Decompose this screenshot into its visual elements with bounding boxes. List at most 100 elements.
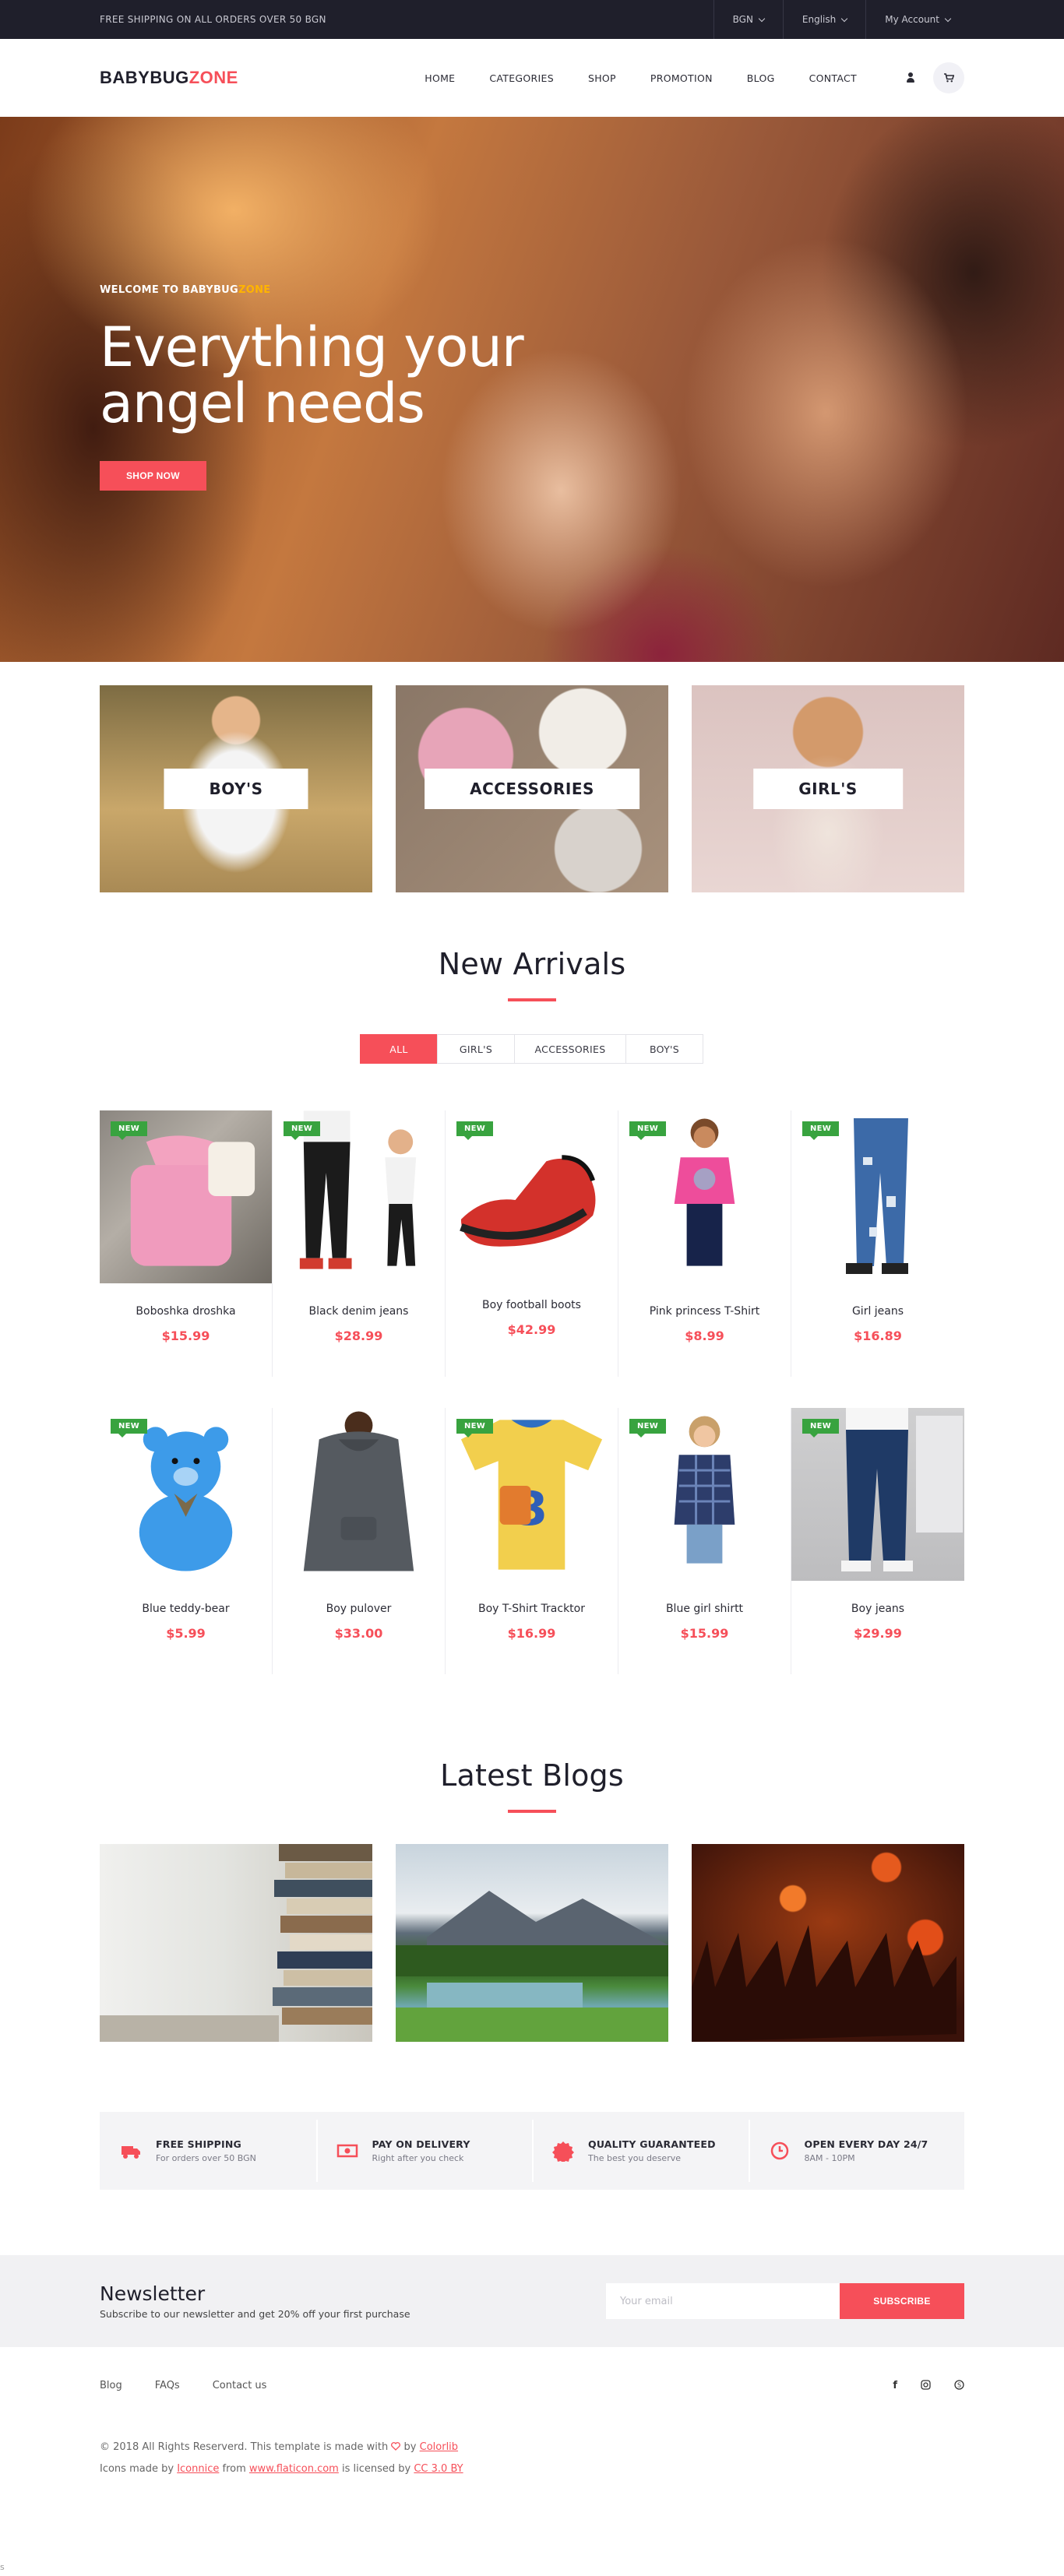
newsletter-form: SUBSCRIBE (606, 2283, 964, 2319)
colorlib-link[interactable]: Colorlib (420, 2441, 458, 2453)
nav-home[interactable]: HOME (425, 72, 455, 84)
hero-headline-line1: Everything your (100, 315, 524, 379)
facebook-icon[interactable]: f (893, 2380, 897, 2391)
badge-icon (552, 2141, 574, 2162)
currency-select[interactable]: BGN (713, 0, 783, 39)
new-badge: NEW (629, 1121, 667, 1140)
footer-link-faqs[interactable]: FAQs (155, 2380, 180, 2391)
tab-all[interactable]: ALL (360, 1034, 438, 1064)
product-name[interactable]: Boy jeans (791, 1603, 964, 1615)
instagram-icon[interactable] (921, 2380, 931, 2390)
newsletter-section: Newsletter Subscribe to our newsletter a… (0, 2255, 1064, 2347)
tab-girls[interactable]: GIRL'S (437, 1034, 515, 1064)
product-image[interactable] (273, 1408, 445, 1581)
product-name[interactable]: Boy football boots (446, 1299, 618, 1311)
product-name[interactable]: Boy T-Shirt Tracktor (446, 1603, 618, 1615)
product-name[interactable]: Pink princess T-Shirt (618, 1305, 791, 1318)
category-label: BOY'S (164, 769, 308, 809)
hero-banner: WELCOME TO BABYBUGZONE Everything your an… (0, 117, 1064, 662)
main-nav: HOME CATEGORIES SHOP PROMOTION BLOG CONT… (425, 72, 857, 84)
stray-text: s (0, 2562, 5, 2572)
blog-grid (100, 1844, 964, 2042)
language-select[interactable]: English (782, 0, 865, 39)
logo-main: BABYBUG (100, 68, 189, 87)
subscribe-button[interactable]: SUBSCRIBE (840, 2283, 964, 2319)
product-card[interactable]: NEW Blue girl shirtt $15.99 (618, 1408, 791, 1674)
product-image[interactable]: NEW (618, 1408, 791, 1581)
account-menu[interactable]: My Account (865, 0, 964, 39)
product-image[interactable]: NEW (791, 1408, 964, 1581)
email-field[interactable] (606, 2283, 840, 2319)
shop-now-button[interactable]: SHOP NOW (100, 461, 206, 491)
category-boys[interactable]: BOY'S (100, 685, 372, 892)
product-card[interactable]: NEW Boboshka droshka $15.99 (100, 1110, 273, 1377)
svg-text:S: S (957, 2381, 961, 2388)
heart-icon (391, 2442, 401, 2451)
nav-promotion[interactable]: PROMOTION (650, 72, 713, 84)
product-card[interactable]: NEW Boy football boots $42.99 (446, 1110, 618, 1377)
product-name[interactable]: Boboshka droshka (100, 1305, 272, 1318)
category-girls[interactable]: GIRL'S (692, 685, 964, 892)
copyright-text: © 2018 All Rights Reserverd. This templa… (100, 2441, 389, 2453)
product-image[interactable]: NEW (618, 1110, 791, 1283)
product-name[interactable]: Girl jeans (791, 1305, 964, 1318)
product-price: $15.99 (161, 1328, 210, 1343)
product-price: $42.99 (507, 1322, 556, 1337)
category-accessories[interactable]: ACCESSORIES (396, 685, 668, 892)
copyright-by: by (403, 2441, 417, 2453)
product-image[interactable]: NEW (100, 1110, 272, 1283)
product-card[interactable]: Boy pulover $33.00 (273, 1408, 446, 1674)
icons-author-link[interactable]: Iconnice (177, 2463, 219, 2475)
blog-card-books[interactable] (100, 1844, 372, 2042)
license-link[interactable]: CC 3.0 BY (414, 2463, 463, 2475)
product-image[interactable]: NEW (446, 1110, 618, 1277)
product-image[interactable]: NEW 3 (446, 1408, 618, 1581)
newsletter-subtitle: Subscribe to our newsletter and get 20% … (100, 2308, 410, 2320)
blog-card-landscape[interactable] (396, 1844, 668, 2042)
category-label: GIRL'S (753, 769, 903, 809)
category-label: ACCESSORIES (425, 769, 639, 809)
logo[interactable]: BABYBUGZONE (100, 68, 425, 88)
site-footer: Blog FAQs Contact us f S © 2018 All Righ… (100, 2347, 964, 2480)
product-image[interactable]: NEW (791, 1110, 964, 1283)
nav-shop[interactable]: SHOP (588, 72, 616, 84)
footer-link-contact[interactable]: Contact us (213, 2380, 267, 2391)
language-label: English (802, 14, 837, 25)
user-icon[interactable] (905, 72, 916, 83)
shipping-notice: FREE SHIPPING ON ALL ORDERS OVER 50 BGN (100, 14, 326, 25)
title-underline (508, 998, 556, 1001)
icons-credit-from: from (222, 2463, 246, 2475)
skype-icon[interactable]: S (954, 2380, 964, 2390)
product-price: $16.99 (507, 1626, 556, 1641)
hero-headline-line2: angel needs (100, 371, 425, 435)
product-card[interactable]: NEW Boy jeans $29.99 (791, 1408, 964, 1674)
footer-link-blog[interactable]: Blog (100, 2380, 122, 2391)
cart-button[interactable] (933, 62, 964, 93)
nav-blog[interactable]: BLOG (747, 72, 775, 84)
product-card[interactable]: NEW 3 Boy T-Shirt Tracktor $16.99 (446, 1408, 618, 1674)
nav-contact[interactable]: CONTACT (809, 72, 857, 84)
tab-accessories[interactable]: ACCESSORIES (514, 1034, 626, 1064)
flaticon-link[interactable]: www.flaticon.com (249, 2463, 339, 2475)
product-name[interactable]: Blue teddy-bear (100, 1603, 272, 1615)
feature-sub: Right after you check (372, 2153, 464, 2163)
new-badge: NEW (456, 1121, 494, 1140)
product-card[interactable]: NEW Blue teddy-bear $5.99 (100, 1408, 273, 1674)
new-badge: NEW (802, 1121, 840, 1140)
feature-pay-on-delivery: PAY ON DELIVERY Right after you check (315, 2112, 533, 2190)
product-card[interactable]: NEW Girl jeans $16.89 (791, 1110, 964, 1377)
feature-sub: 8AM - 10PM (804, 2153, 855, 2163)
product-card[interactable]: NEW Pink princess T-Shirt $8.99 (618, 1110, 791, 1377)
blog-card-concert[interactable] (692, 1844, 964, 2042)
product-name[interactable]: Blue girl shirtt (618, 1603, 791, 1615)
new-badge: NEW (456, 1419, 494, 1438)
product-image[interactable]: NEW (100, 1408, 272, 1581)
nav-categories[interactable]: CATEGORIES (489, 72, 554, 84)
product-name[interactable]: Black denim jeans (273, 1305, 445, 1318)
tab-boys[interactable]: BOY'S (625, 1034, 703, 1064)
product-image[interactable]: NEW (273, 1110, 445, 1283)
product-name[interactable]: Boy pulover (273, 1603, 445, 1615)
cart-icon (943, 73, 954, 83)
product-card[interactable]: NEW Black denim jeans $28.99 (273, 1110, 446, 1377)
new-badge: NEW (629, 1419, 667, 1438)
